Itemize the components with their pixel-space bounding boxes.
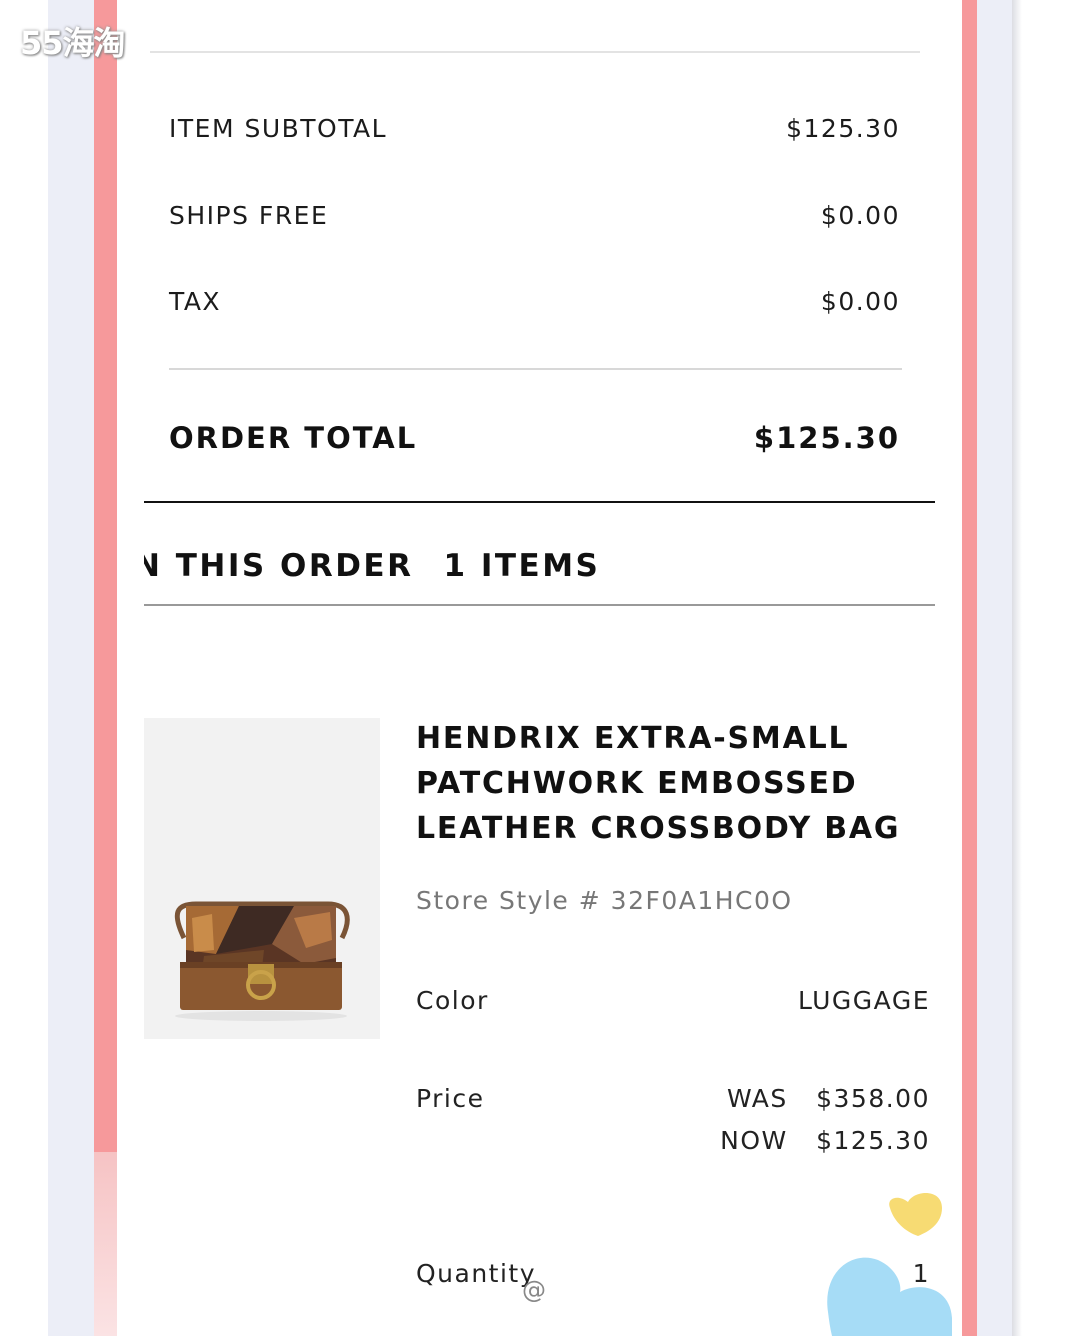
order-item-count: 1 ITEMS	[443, 548, 601, 584]
shipping-value: $0.00	[820, 201, 900, 230]
top-divider	[150, 51, 920, 53]
left-pink-border-fade	[94, 1152, 117, 1336]
crossbody-bag-icon	[174, 901, 350, 1021]
section-divider	[144, 501, 935, 503]
right-lavender-border	[977, 0, 1017, 1336]
at-symbol: @	[522, 1276, 546, 1304]
order-total-value: $125.30	[753, 421, 900, 455]
site-watermark: 55海淘	[20, 24, 126, 62]
left-pink-border	[94, 0, 117, 1336]
subtotal-label: ITEM SUBTOTAL	[169, 114, 388, 143]
order-heading-text: N THIS ORDER	[144, 548, 414, 584]
product-title[interactable]: HENDRIX EXTRA-SMALL PATCHWORK EMBOSSED L…	[416, 716, 936, 851]
now-price: NOW $125.30	[720, 1126, 930, 1155]
shipping-label: SHIPS FREE	[169, 201, 329, 230]
order-items-heading: N THIS ORDER 1 ITEMS	[144, 548, 934, 592]
quantity-value[interactable]: 1	[913, 1259, 930, 1288]
blue-heart-icon	[827, 1257, 952, 1336]
total-divider	[169, 368, 902, 370]
store-style-number: Store Style # 32F0A1HC0O	[416, 886, 793, 915]
subtotal-value: $125.30	[786, 114, 900, 143]
product-image[interactable]	[144, 718, 380, 1039]
product-title-line-1: HENDRIX EXTRA-SMALL	[416, 721, 850, 756]
order-total-label: ORDER TOTAL	[169, 421, 418, 455]
color-label: Color	[416, 986, 489, 1015]
tax-label: TAX	[169, 287, 222, 316]
right-pink-border	[962, 0, 977, 1336]
left-lavender-border	[48, 0, 94, 1336]
product-title-line-3: LEATHER CROSSBODY BAG	[416, 811, 901, 846]
quantity-label: Quantity	[416, 1259, 537, 1288]
heading-divider	[144, 604, 935, 606]
tax-value: $0.00	[820, 287, 900, 316]
product-title-line-2: PATCHWORK EMBOSSED	[416, 766, 858, 801]
was-price: WAS $358.00	[726, 1084, 930, 1113]
yellow-heart-icon	[889, 1192, 942, 1236]
right-border-shadow	[1012, 0, 1022, 1336]
price-label: Price	[416, 1084, 485, 1113]
color-value: LUGGAGE	[797, 986, 930, 1015]
